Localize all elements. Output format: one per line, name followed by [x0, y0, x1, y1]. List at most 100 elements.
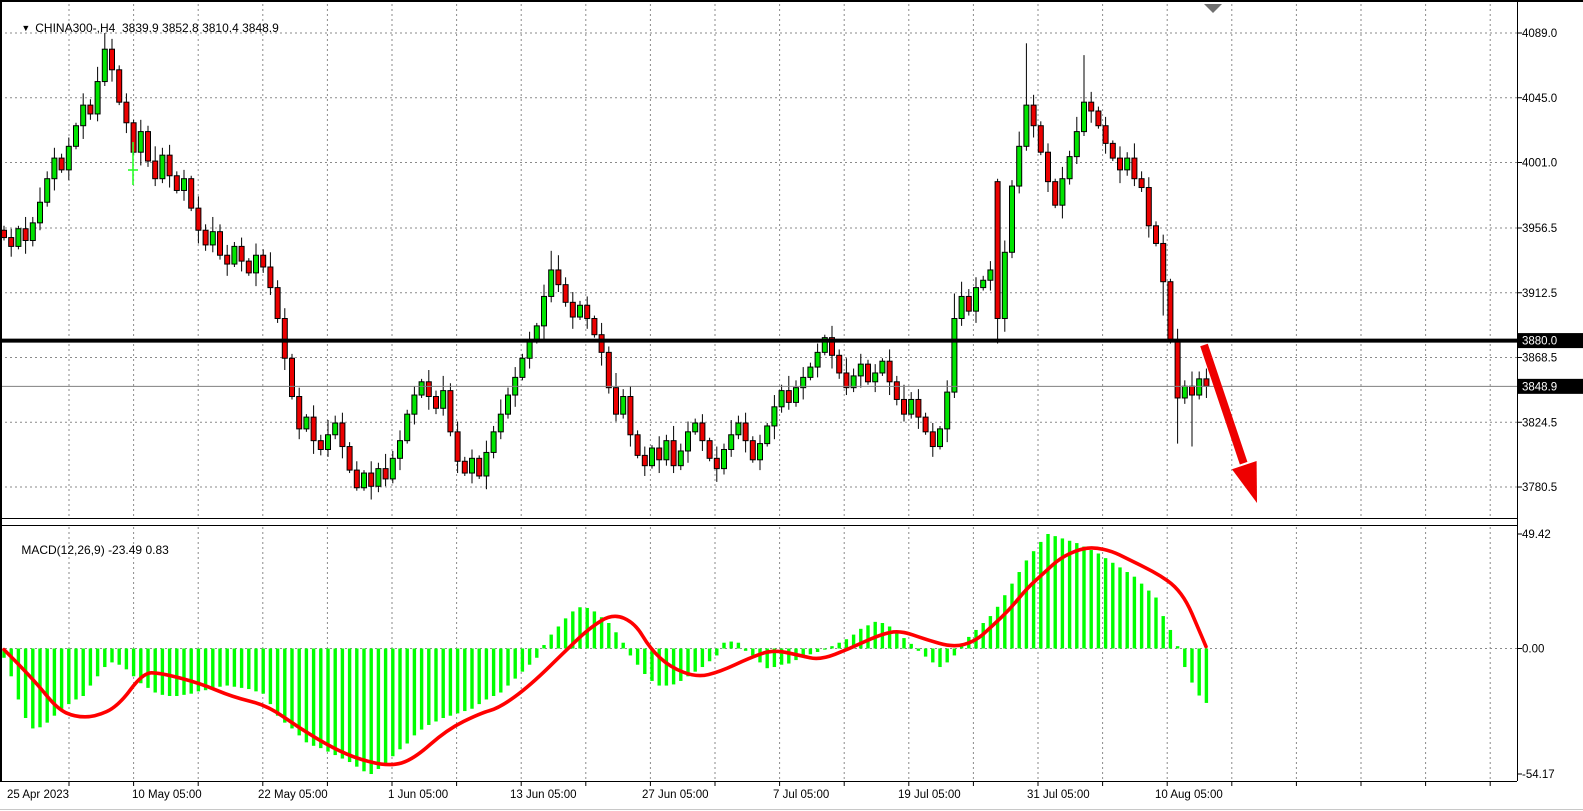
candle-body [455, 432, 460, 461]
candle-body [506, 395, 511, 414]
candle-body [765, 426, 770, 444]
macd-histogram-bar [298, 649, 301, 736]
macd-histogram-bar [1054, 536, 1057, 648]
candle-body [750, 441, 755, 460]
macd-histogram-bar [924, 649, 927, 657]
candle-body [743, 423, 748, 441]
macd-histogram-bar [499, 649, 502, 693]
macd-histogram-bar [701, 649, 704, 668]
candle-body [621, 397, 626, 415]
time-axis-label: 19 Jul 05:00 [898, 789, 961, 801]
candle-body [902, 399, 907, 414]
macd-histogram-bar [506, 649, 509, 686]
macd-histogram-bar [535, 649, 538, 658]
macd-histogram-bar [694, 649, 697, 672]
macd-histogram-bar [175, 649, 178, 696]
macd-histogram-bar [1104, 558, 1107, 648]
candle-body [887, 361, 892, 382]
candle-body [2, 230, 7, 237]
candle-body [246, 261, 251, 273]
candle-body [815, 352, 820, 367]
time-axis-label: 27 Jun 05:00 [642, 789, 709, 801]
candle-body [326, 435, 331, 450]
macd-name: MACD(12,26,9) [21, 543, 104, 557]
price-axis-label: 4045.0 [1522, 93, 1557, 105]
macd-histogram-bar [17, 649, 20, 700]
ohlc-low: 3810.4 [202, 21, 239, 35]
macd-histogram-bar [103, 649, 106, 668]
macd-histogram-bar [146, 649, 149, 688]
macd-histogram-bar [910, 644, 913, 649]
candle-body [779, 391, 784, 407]
macd-histogram-bar [370, 649, 373, 775]
candle-body [189, 179, 194, 208]
trading-chart-window[interactable]: 4089.04045.04001.03956.53912.53868.53824… [0, 0, 1583, 811]
macd-indicator-label: MACD(12,26,9) -23.49 0.83 [8, 529, 169, 571]
macd-histogram-bar [946, 649, 949, 663]
candle-body [297, 397, 302, 429]
macd-histogram-bar [1162, 616, 1165, 648]
candle-body [1038, 126, 1043, 152]
candle-body [671, 441, 676, 466]
macd-histogram-bar [326, 649, 329, 752]
candle-body [1161, 243, 1166, 281]
candle-body [1096, 111, 1101, 126]
candle-body [88, 105, 93, 114]
candle-body [196, 208, 201, 230]
macd-histogram-bar [636, 649, 639, 665]
candle-body [729, 435, 734, 450]
candle-body [606, 352, 611, 387]
macd-histogram-bar [24, 649, 27, 719]
macd-histogram-bar [218, 649, 221, 687]
candle-body [498, 414, 503, 432]
macd-main-value: -23.49 [108, 543, 142, 557]
candle-body [700, 423, 705, 441]
candle-body [1103, 126, 1108, 144]
macd-histogram-bar [1147, 591, 1150, 649]
candle-body [74, 126, 79, 147]
macd-histogram-bar [60, 649, 63, 709]
candle-body [470, 458, 475, 473]
macd-histogram-bar [1190, 649, 1193, 683]
macd-histogram-bar [247, 649, 250, 690]
candle-body [837, 355, 842, 373]
candle-body [239, 246, 244, 261]
candle-body [491, 432, 496, 453]
candle-body [527, 341, 532, 359]
macd-histogram-bar [118, 649, 121, 665]
macd-histogram-bar [722, 643, 725, 649]
candle-body [599, 335, 604, 353]
window-left-border [0, 0, 2, 781]
candle-body [1017, 146, 1022, 186]
candle-body [844, 373, 849, 388]
candle-body [419, 382, 424, 395]
price-chart-canvas[interactable]: 4089.04045.04001.03956.53912.53868.53824… [0, 0, 1583, 811]
candle-body [138, 132, 143, 153]
candle-body [614, 388, 619, 414]
candle-body [218, 232, 223, 256]
candle-body [1182, 386, 1187, 398]
candle-body [412, 395, 417, 414]
candle-body [722, 449, 727, 468]
candle-body [642, 455, 647, 465]
candle-body [657, 448, 662, 460]
candle-body [1031, 105, 1036, 126]
candle-body [930, 432, 935, 447]
candle-body [1110, 143, 1115, 158]
time-axis-label: 13 Jun 05:00 [510, 789, 577, 801]
candle-body [347, 447, 352, 471]
macd-histogram-bar [319, 649, 322, 749]
candle-body [1118, 158, 1123, 170]
macd-histogram-bar [1198, 649, 1201, 696]
macd-histogram-bar [485, 649, 488, 700]
candle-body [974, 288, 979, 312]
candle-body [678, 451, 683, 466]
macd-histogram-bar [161, 649, 164, 695]
candle-body [124, 102, 129, 123]
candle-body [426, 382, 431, 397]
macd-histogram-bar [888, 626, 891, 648]
macd-histogram-bar [67, 649, 70, 705]
candle-body [563, 285, 568, 303]
time-axis-label: 7 Jul 05:00 [773, 789, 829, 801]
candle-body [160, 155, 165, 179]
